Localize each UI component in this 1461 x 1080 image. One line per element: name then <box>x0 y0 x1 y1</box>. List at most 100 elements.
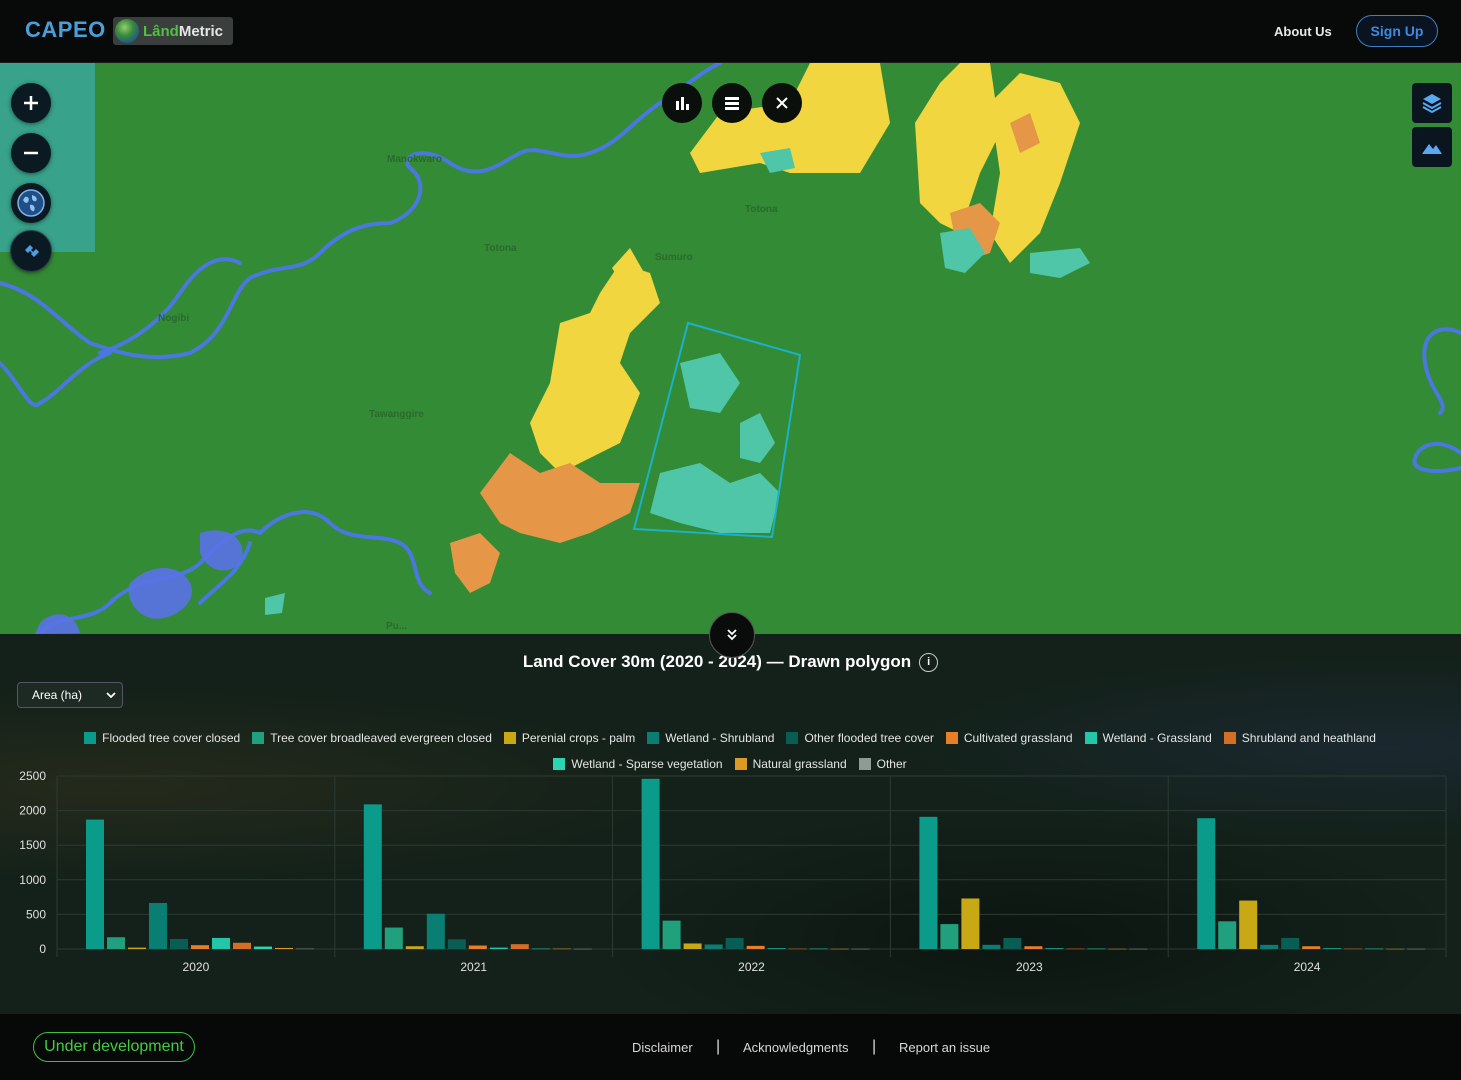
chart-bar <box>1407 948 1426 950</box>
legend-swatch <box>786 732 799 744</box>
legend-item[interactable]: Other flooded tree cover <box>786 726 934 750</box>
under-development-badge: Under development <box>33 1032 195 1062</box>
sign-up-button[interactable]: Sign Up <box>1356 15 1438 47</box>
x-tick-label: 2023 <box>1016 960 1043 974</box>
chart-bar <box>1045 948 1064 949</box>
lakes <box>35 530 243 634</box>
logo-text-part2: Metric <box>178 22 224 40</box>
chart-bar <box>662 920 681 949</box>
y-tick-label: 2000 <box>19 804 46 818</box>
zoom-in-button[interactable] <box>11 83 51 123</box>
chart-bar <box>447 939 466 949</box>
footer: Under development Disclaimer | Acknowled… <box>0 1014 1461 1080</box>
y-tick-label: 500 <box>26 907 46 921</box>
land-cover-bar-chart: 0 500 1000 1500 2000 2500 2020 2021 2022 2023 2024 <box>19 769 1447 974</box>
x-tick-label: 2020 <box>183 960 210 974</box>
legend-label: Cultivated grassland <box>963 731 1073 745</box>
chart-bar <box>296 948 314 950</box>
legend-swatch <box>1223 732 1236 744</box>
chart-bar <box>1260 944 1279 949</box>
chart-bar <box>170 938 188 949</box>
chart-bar <box>725 937 744 949</box>
chart-toggle-button[interactable] <box>662 83 702 123</box>
satellite-view-button[interactable] <box>10 230 52 272</box>
globe-icon <box>17 189 45 217</box>
close-icon <box>776 97 788 109</box>
chart-bar <box>573 948 592 950</box>
chart-bar <box>489 947 508 949</box>
chart-bar <box>405 946 424 949</box>
legend-label: Other flooded tree cover <box>804 731 934 745</box>
chart-bar <box>1024 946 1043 949</box>
legend-label: Flooded tree cover closed <box>102 731 241 745</box>
bar-chart-icon <box>676 97 689 110</box>
chart-bar <box>704 944 723 949</box>
y-tick-label: 1000 <box>19 873 46 887</box>
chart-bar <box>982 944 1001 949</box>
chart-bar <box>149 902 167 949</box>
y-tick-label: 1500 <box>19 838 46 852</box>
landmetric-logo-text: LândMetric <box>143 23 223 40</box>
chart-bar <box>468 945 487 949</box>
legend-swatch <box>945 732 958 744</box>
chart-bar <box>191 945 209 949</box>
layers-icon <box>1422 94 1442 114</box>
chart-bar <box>746 945 765 949</box>
legend-item[interactable]: Cultivated grassland <box>945 726 1073 750</box>
chart-bar <box>1129 948 1148 950</box>
chart-bar <box>233 942 251 949</box>
map-view[interactable]: Manokwaro Totona Sumuro Totona Nogibi Ta… <box>0 63 1461 634</box>
legend-item[interactable]: Flooded tree cover closed <box>84 726 240 750</box>
x-tick-label: 2024 <box>1294 960 1321 974</box>
chart-bar <box>1365 948 1384 950</box>
terrain-button[interactable] <box>1412 127 1452 167</box>
close-polygon-button[interactable] <box>762 83 802 123</box>
legend-swatch <box>252 732 265 744</box>
legend-item[interactable]: Perenial crops - palm <box>503 726 636 750</box>
info-icon[interactable]: i <box>919 652 939 672</box>
zoom-out-icon <box>24 151 38 155</box>
collapse-panel-button[interactable] <box>709 612 755 658</box>
legend-swatch <box>503 732 516 744</box>
acknowledgments-link[interactable]: Acknowledgments <box>743 1040 849 1055</box>
chart-bar <box>919 816 938 949</box>
chart-bar <box>1281 937 1300 949</box>
chart-title-text: Land Cover 30m (2020 - 2024) — Drawn pol… <box>522 652 912 671</box>
place-label: Totona <box>484 243 517 254</box>
terrain-icon <box>1422 144 1442 154</box>
list-toggle-button[interactable] <box>712 83 752 123</box>
chart-bar <box>531 948 550 950</box>
landmetric-logo[interactable]: LândMetric <box>113 17 233 45</box>
disclaimer-link[interactable]: Disclaimer <box>632 1040 693 1055</box>
about-us-link[interactable]: About Us <box>1274 24 1332 39</box>
zoom-out-button[interactable] <box>11 133 51 173</box>
legend-swatch <box>647 732 660 744</box>
chart-bar <box>683 943 702 949</box>
legend-item[interactable]: Wetland - Grassland <box>1084 726 1212 750</box>
chart-bar <box>1108 948 1127 950</box>
layers-button[interactable] <box>1412 83 1452 123</box>
chart-bar <box>128 947 146 949</box>
brand-logo[interactable]: CAPEO <box>25 17 106 43</box>
legend-label: Wetland - Shrubland <box>665 731 775 745</box>
chart-bar <box>1066 948 1085 950</box>
report-issue-link[interactable]: Report an issue <box>899 1040 990 1055</box>
metric-select-value: Area (ha) <box>32 688 83 702</box>
globe-view-button[interactable] <box>11 183 51 223</box>
legend-item[interactable]: Wetland - Shrubland <box>647 726 774 750</box>
chart-bar <box>1302 946 1321 949</box>
globe-logo-icon <box>115 19 139 43</box>
chart-bar <box>641 778 660 949</box>
chart-bar <box>767 948 786 949</box>
chart-bar <box>809 948 828 950</box>
x-tick-label: 2021 <box>460 960 487 974</box>
metric-select[interactable]: Area (ha) <box>17 682 123 708</box>
legend-label: Perenial crops - palm <box>521 731 636 745</box>
legend-label: Tree cover broadleaved evergreen closed <box>270 731 492 745</box>
legend-label: Wetland - Grassland <box>1102 731 1212 745</box>
chart-bar <box>1087 948 1106 950</box>
chart-bar <box>384 927 403 949</box>
legend-item[interactable]: Shrubland and heathland <box>1223 726 1376 750</box>
chart-bar <box>1239 900 1258 949</box>
legend-item[interactable]: Tree cover broadleaved evergreen closed <box>252 726 492 750</box>
